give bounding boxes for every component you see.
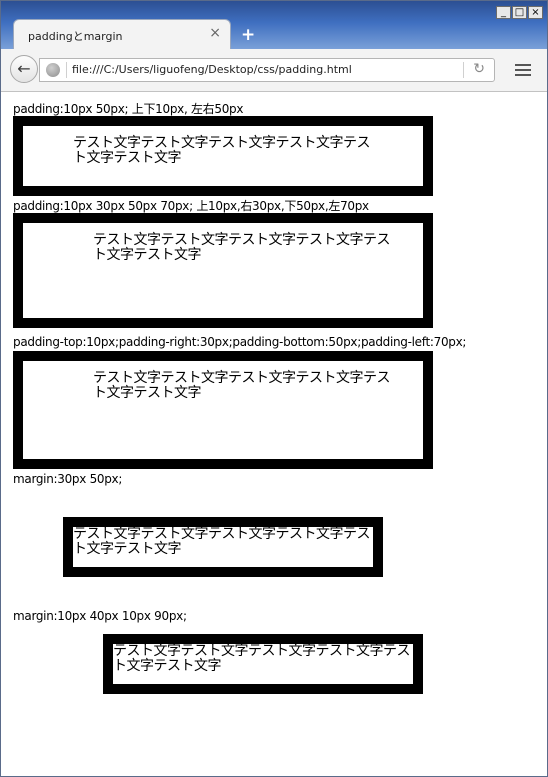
page-content: padding:10px 50px; 上下10px, 左右50px テスト文字テ… [1, 92, 547, 776]
reload-separator [463, 62, 464, 78]
tab-active[interactable]: paddingとmargin × [13, 19, 231, 49]
box-text: テスト文字テスト文字テスト文字テスト文字テスト文字テスト文字 [73, 135, 371, 166]
box-text: テスト文字テスト文字テスト文字テスト文字テスト文字テスト文字 [93, 232, 391, 263]
demo-box: テスト文字テスト文字テスト文字テスト文字テスト文字テスト文字 [63, 517, 383, 577]
demo-box: テスト文字テスト文字テスト文字テスト文字テスト文字テスト文字 [13, 213, 433, 328]
box-text: テスト文字テスト文字テスト文字テスト文字テスト文字テスト文字 [113, 643, 411, 674]
section-label: padding-top:10px;padding-right:30px;padd… [13, 335, 467, 349]
globe-icon [46, 63, 60, 77]
box-text: テスト文字テスト文字テスト文字テスト文字テスト文字テスト文字 [73, 526, 371, 557]
tab-close-icon[interactable]: × [209, 25, 221, 41]
maximize-button[interactable]: □ [512, 6, 527, 19]
url-text[interactable]: file:///C:/Users/liguofeng/Desktop/css/p… [72, 63, 352, 76]
reload-icon[interactable]: ↻ [473, 61, 485, 77]
url-separator [66, 62, 67, 78]
section-label: padding:10px 50px; 上下10px, 左右50px [13, 102, 244, 116]
hamburger-menu-icon[interactable] [509, 60, 537, 80]
title-bar: _ □ × paddingとmargin × + [1, 1, 547, 49]
window-controls: _ □ × [496, 6, 543, 19]
browser-window: _ □ × paddingとmargin × + ← file:///C:/Us… [0, 0, 548, 777]
navigation-toolbar: ← file:///C:/Users/liguofeng/Desktop/css… [1, 49, 547, 92]
section-label: margin:30px 50px; [13, 472, 123, 486]
demo-box: テスト文字テスト文字テスト文字テスト文字テスト文字テスト文字 [13, 351, 433, 469]
close-window-button[interactable]: × [528, 6, 543, 19]
new-tab-icon[interactable]: + [241, 25, 255, 45]
box-text: テスト文字テスト文字テスト文字テスト文字テスト文字テスト文字 [93, 370, 391, 401]
demo-box: テスト文字テスト文字テスト文字テスト文字テスト文字テスト文字 [103, 634, 423, 694]
tab-title: paddingとmargin [28, 30, 123, 43]
demo-box: テスト文字テスト文字テスト文字テスト文字テスト文字テスト文字 [13, 116, 433, 196]
back-icon[interactable]: ← [10, 55, 38, 83]
url-bar[interactable]: file:///C:/Users/liguofeng/Desktop/css/p… [39, 58, 495, 82]
section-label: margin:10px 40px 10px 90px; [13, 609, 187, 623]
section-label: padding:10px 30px 50px 70px; 上10px,右30px… [13, 199, 369, 213]
minimize-button[interactable]: _ [496, 6, 511, 19]
